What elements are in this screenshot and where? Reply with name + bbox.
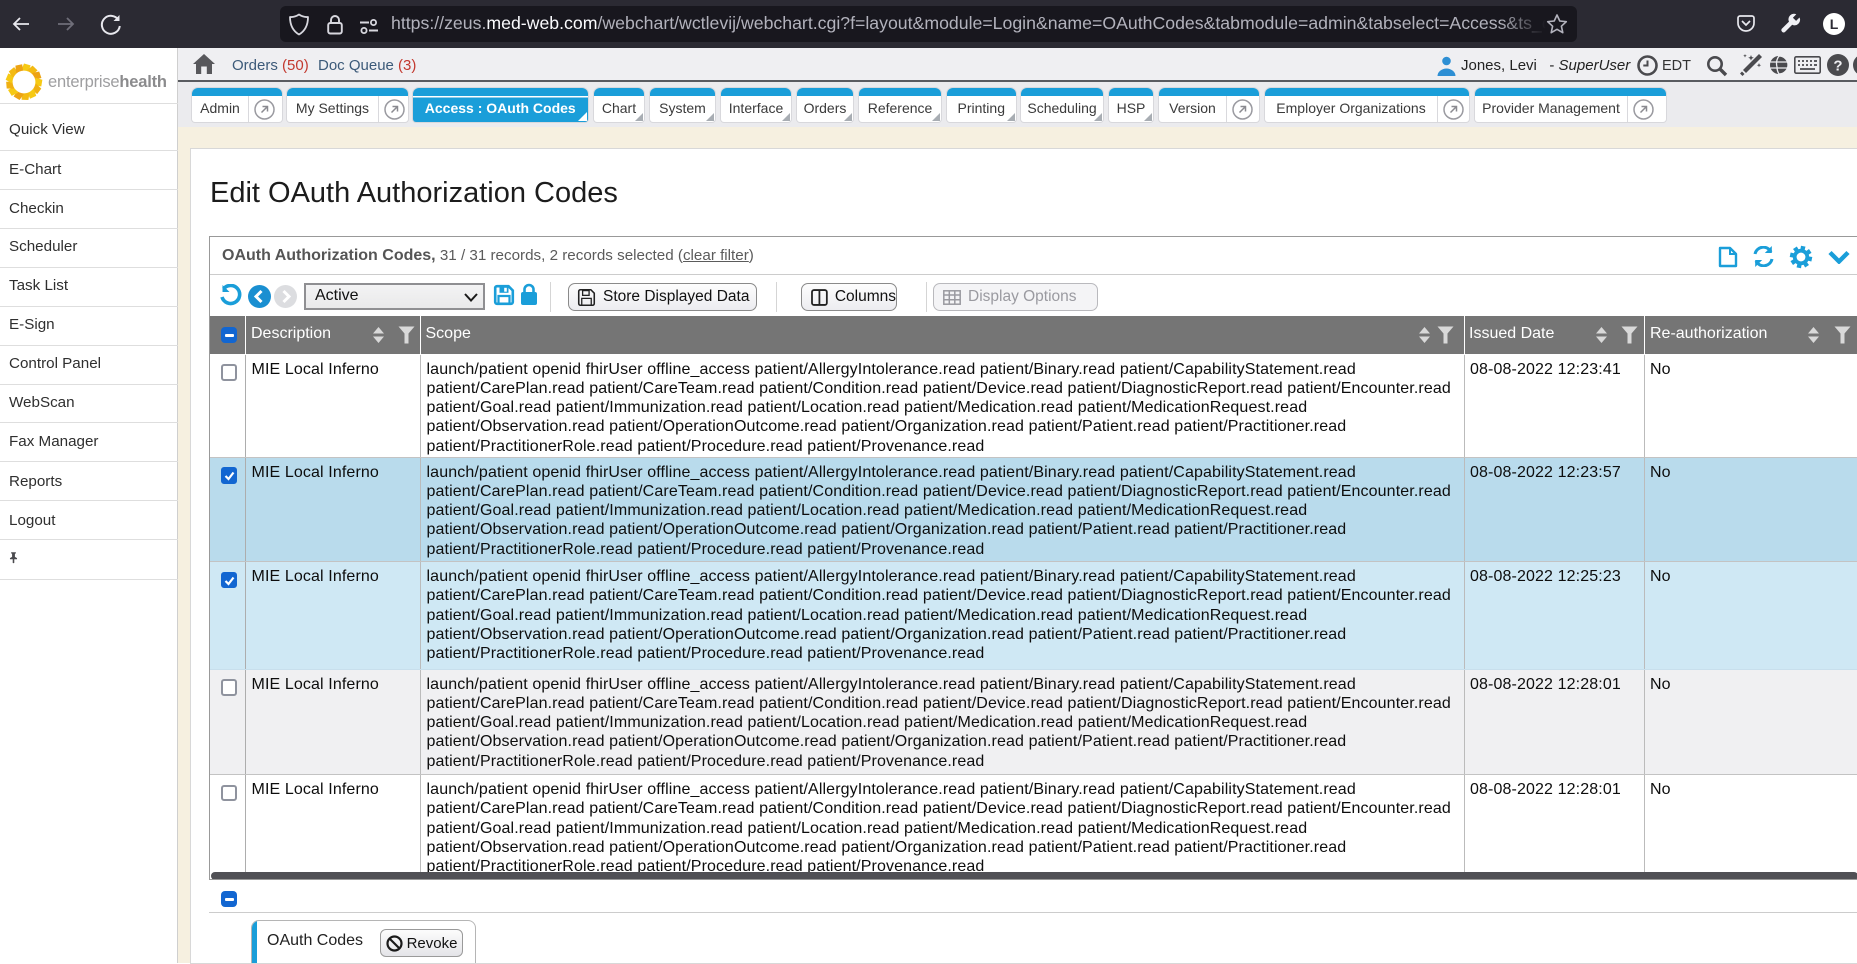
svg-text:?: ? — [1833, 58, 1842, 75]
